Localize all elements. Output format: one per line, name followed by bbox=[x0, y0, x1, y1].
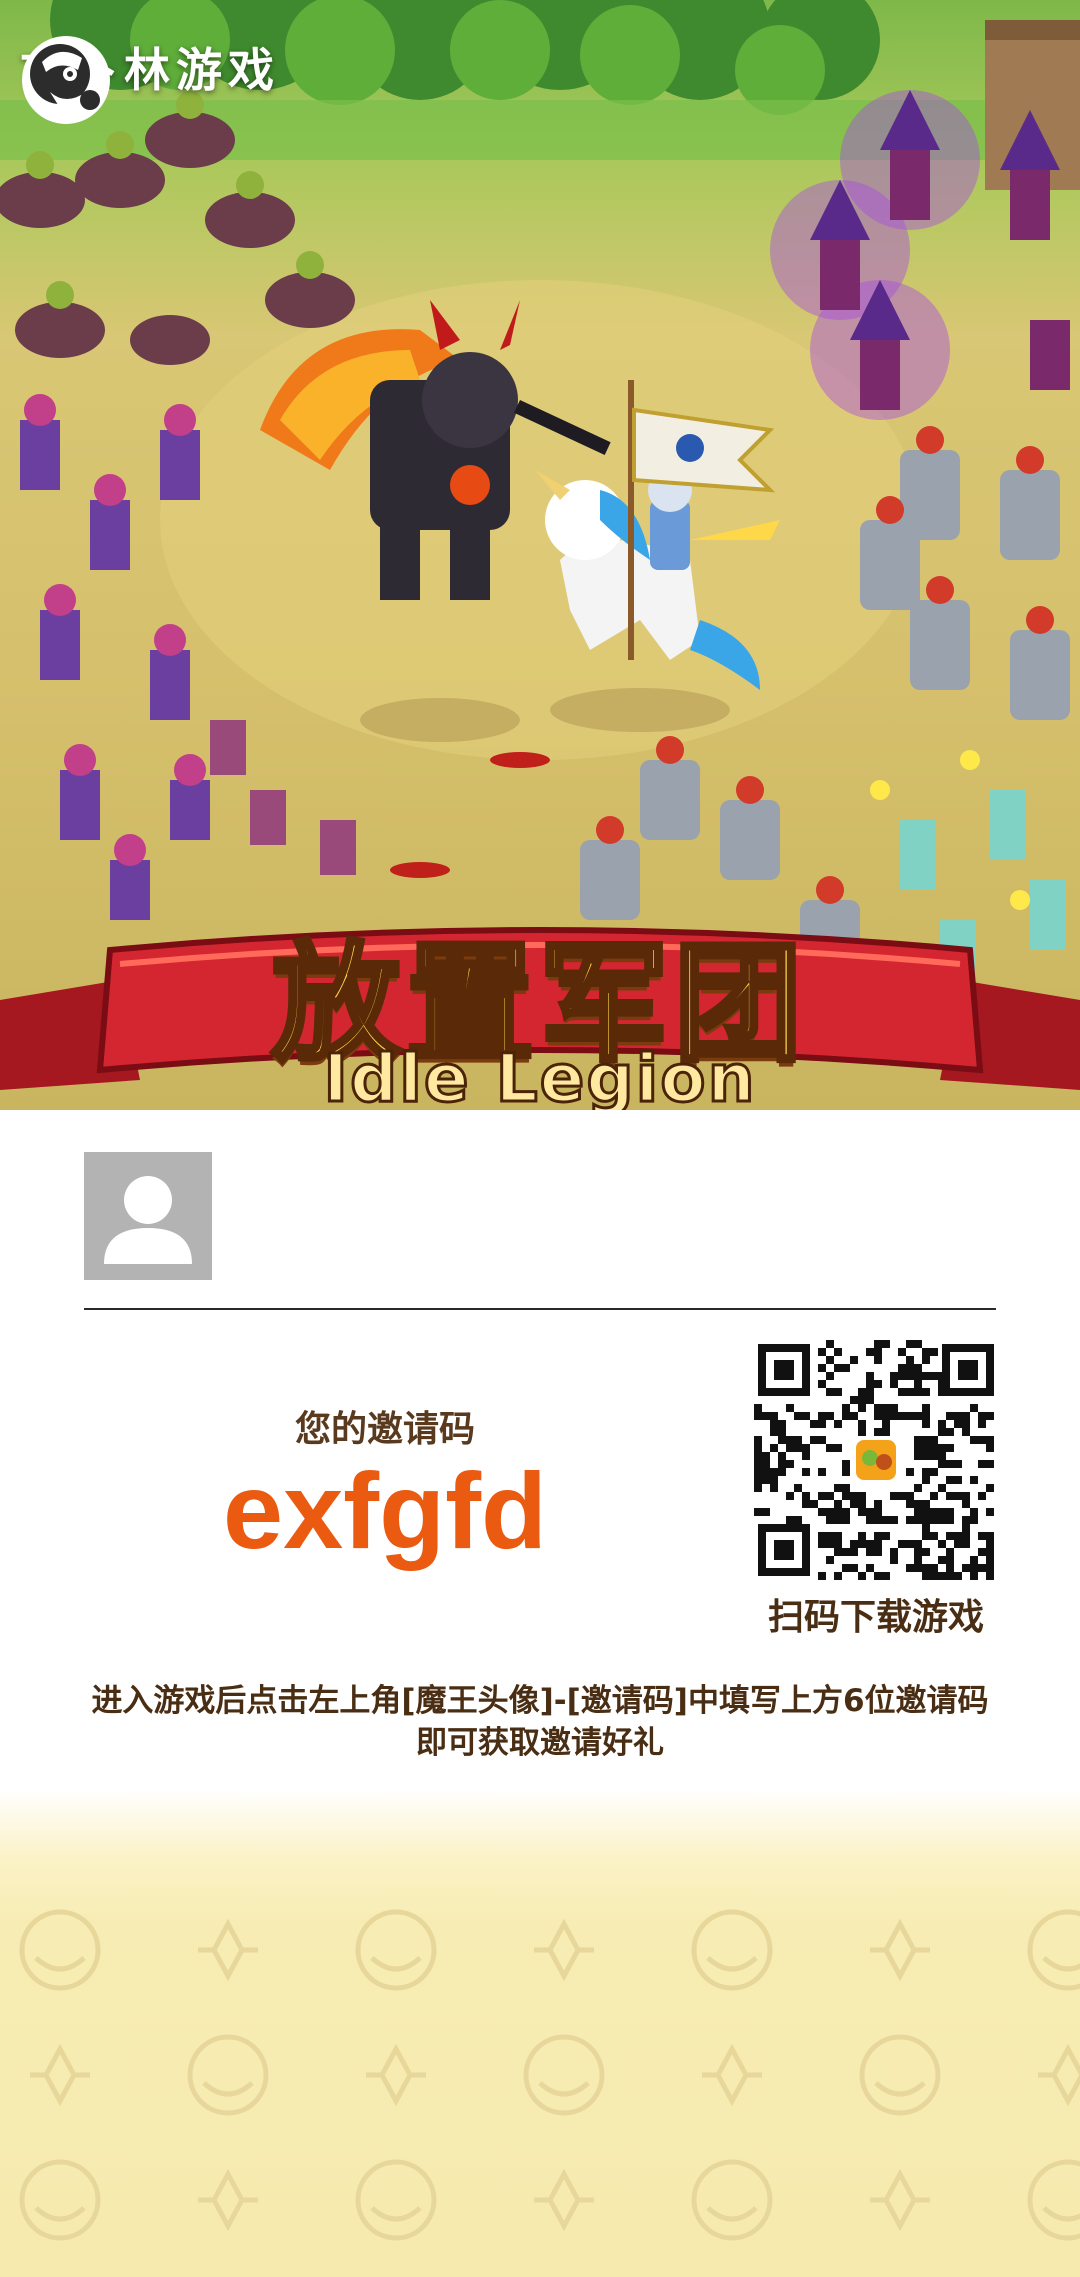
download-qr-code-icon bbox=[754, 1340, 998, 1580]
user-avatar bbox=[84, 1152, 212, 1280]
instruction-line-1: 进入游戏后点击左上角[魔王头像]-[邀请码]中填写上方6位邀请码 bbox=[91, 1683, 989, 1719]
default-user-avatar-icon bbox=[104, 1176, 192, 1264]
goblin-pattern-icon bbox=[19, 1909, 1080, 2241]
brand-header: 古卜林游戏 bbox=[20, 34, 280, 124]
invite-code-value[interactable]: exfgfd bbox=[160, 1448, 610, 1573]
download-qr-code[interactable] bbox=[754, 1340, 998, 1580]
qr-download-label: 扫码下载游戏 bbox=[767, 1597, 984, 1638]
decorative-pattern-background bbox=[0, 1790, 1080, 2277]
divider bbox=[84, 1308, 996, 1310]
invite-code-label: 您的邀请码 bbox=[294, 1409, 475, 1450]
instruction-line-2: 即可获取邀请好礼 bbox=[416, 1725, 664, 1761]
hero-banner: 古卜林游戏 放置军团 Idle Legion bbox=[0, 0, 1080, 1110]
invite-instructions: 进入游戏后点击左上角[魔王头像]-[邀请码]中填写上方6位邀请码 即可获取邀请好… bbox=[60, 1680, 1020, 1764]
goblin-mascot-icon bbox=[22, 36, 110, 124]
game-title-en: Idle Legion bbox=[322, 1039, 757, 1111]
